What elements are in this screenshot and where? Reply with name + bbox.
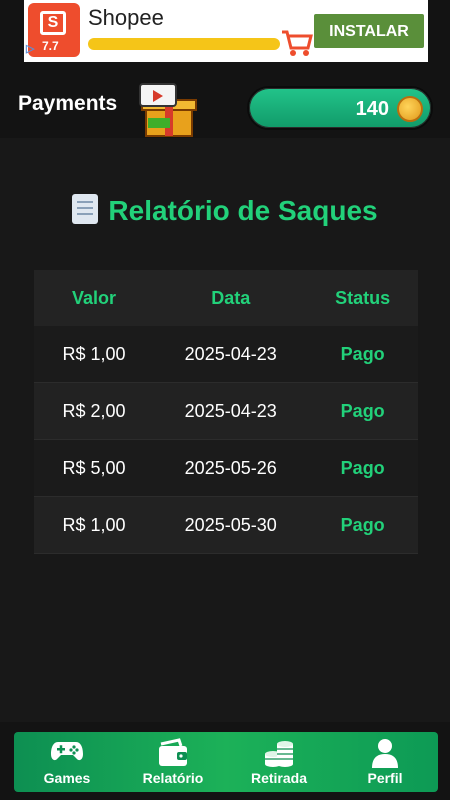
nav-label: Retirada bbox=[250, 770, 308, 786]
wallet-icon bbox=[159, 738, 187, 766]
gamepad-icon bbox=[51, 742, 83, 761]
coin-icon bbox=[397, 96, 423, 122]
cell-data: 2025-04-23 bbox=[154, 326, 308, 383]
cell-status: Pago bbox=[307, 326, 418, 383]
coin-balance[interactable]: 140 bbox=[247, 86, 433, 130]
cell-valor: R$ 1,00 bbox=[34, 326, 155, 383]
shopping-cart-icon bbox=[282, 30, 313, 56]
install-button[interactable]: INSTALAR bbox=[314, 14, 424, 48]
app-header: Payments 140 bbox=[0, 62, 450, 138]
shopping-bag-icon: S bbox=[40, 11, 66, 35]
gift-box-icon[interactable] bbox=[138, 82, 198, 138]
bottom-nav: Games Relatório Retirada Perfil bbox=[14, 732, 438, 792]
ad-badge: 7.7 bbox=[42, 39, 59, 53]
column-header-valor: Valor bbox=[34, 270, 155, 326]
balance-value: 140 bbox=[355, 98, 389, 120]
ad-banner[interactable]: S 7.7 ▷ Shopee INSTALAR bbox=[24, 0, 428, 62]
table-row: R$ 5,00 2025-05-26 Pago bbox=[34, 439, 418, 497]
table-header-row: Valor Data Status bbox=[34, 270, 418, 326]
coins-stack-icon bbox=[265, 741, 293, 767]
nav-label: Games bbox=[43, 770, 91, 786]
column-header-status: Status bbox=[307, 270, 418, 326]
column-header-data: Data bbox=[154, 270, 308, 326]
ad-title: Shopee bbox=[88, 5, 164, 30]
cell-valor: R$ 1,00 bbox=[34, 496, 155, 554]
cell-data: 2025-05-30 bbox=[154, 496, 308, 554]
nav-label: Perfil bbox=[367, 770, 403, 786]
nav-item-perfil[interactable]: Perfil bbox=[332, 732, 438, 792]
table-row: R$ 1,00 2025-05-30 Pago bbox=[34, 496, 418, 554]
cell-valor: R$ 2,00 bbox=[34, 382, 155, 440]
withdrawals-table: Valor Data Status R$ 1,00 2025-04-23 Pag… bbox=[34, 270, 418, 554]
app-title: Payments bbox=[18, 92, 118, 115]
user-icon bbox=[372, 739, 398, 768]
cell-status: Pago bbox=[307, 496, 418, 554]
cell-status: Pago bbox=[307, 439, 418, 497]
ad-progress-bar bbox=[88, 38, 280, 50]
ad-choices-icon[interactable]: ▷ bbox=[26, 42, 44, 58]
document-icon bbox=[72, 194, 99, 224]
bottom-nav-container: Games Relatório Retirada Perfil bbox=[0, 722, 450, 800]
cell-data: 2025-05-26 bbox=[154, 439, 308, 497]
nav-item-retirada[interactable]: Retirada bbox=[226, 732, 332, 792]
nav-label: Relatório bbox=[142, 770, 204, 786]
nav-item-games[interactable]: Games bbox=[14, 732, 120, 792]
table-row: R$ 2,00 2025-04-23 Pago bbox=[34, 382, 418, 440]
table-row: R$ 1,00 2025-04-23 Pago bbox=[34, 326, 418, 383]
cell-valor: R$ 5,00 bbox=[34, 439, 155, 497]
cell-data: 2025-04-23 bbox=[154, 382, 308, 440]
report-title-text: Relatório de Saques bbox=[108, 195, 378, 226]
cell-status: Pago bbox=[307, 382, 418, 440]
nav-item-relatorio[interactable]: Relatório bbox=[120, 732, 226, 792]
report-title: Relatório de Saques bbox=[0, 194, 450, 227]
main-content: Relatório de Saques Valor Data Status R$… bbox=[0, 138, 450, 722]
